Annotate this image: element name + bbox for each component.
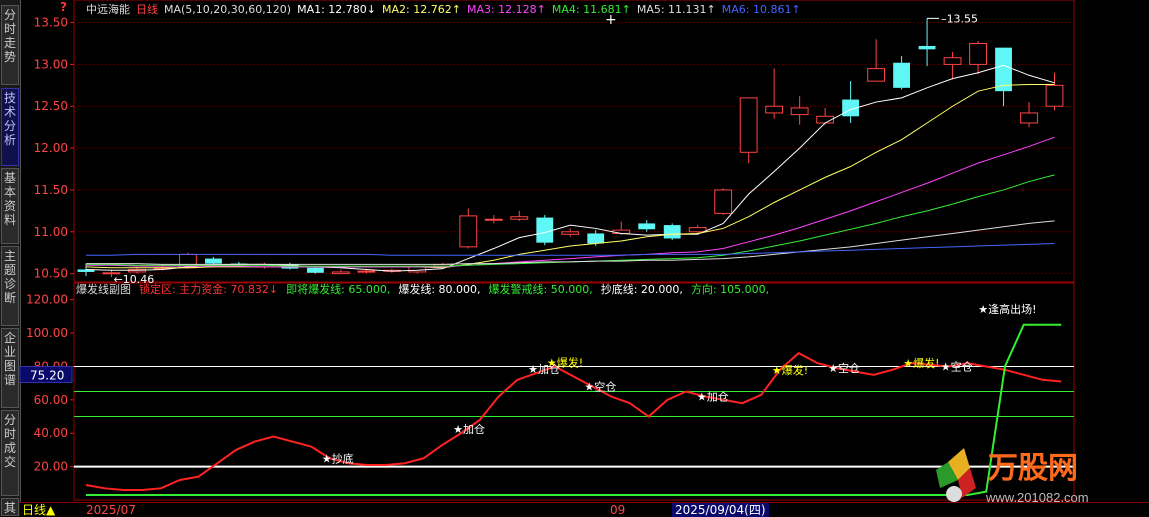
candle-body-up [331,271,350,275]
price-axis-label: 11.00 [34,225,68,239]
candle-body-up [969,42,987,65]
signal-annotation: ★空仓 [828,361,860,375]
main-force-line [85,351,1062,491]
indicator-axis-label: 60.00 [34,393,68,407]
cursor-date-label: 2025/09/04(四) [672,503,769,517]
ma-value-4: MA4: 11.681↑ [552,3,631,16]
watermark-url: www.201082.com [985,490,1089,505]
signal-annotation: ★爆发! [903,356,939,370]
indicator-axis-label: 40.00 [34,426,68,440]
ma-line-ma3 [86,136,1055,268]
candle-body-up [510,216,529,220]
candle-body-up [357,270,376,273]
stock-name: 中远海能 [86,2,130,16]
ma-line-ma4 [86,174,1055,267]
ma-value-2: MA2: 12.762↑ [382,3,461,16]
indicator-value-5: 抄底线: 20.000, [601,282,683,296]
candle-body-up [739,97,758,153]
period-label[interactable]: 日线▲ [22,503,55,517]
signal-annotation: ★爆发! [547,355,583,369]
candle-body-down [536,217,554,243]
candle-body-down [306,267,324,273]
candle-body-up [1020,112,1038,124]
watermark-text: 万股网 [988,452,1078,485]
price-panel-frame [73,0,1075,283]
price-axis-label: 13.00 [34,57,68,71]
candle-body-down [205,258,222,264]
candle-body-up [484,218,503,221]
signal-annotation: ★加仓 [453,422,485,436]
period-title: 日线 [136,2,158,16]
high-price-marker: –13.55 [941,12,978,25]
candle-body-down [893,62,911,88]
ma-line-ma2 [85,83,1055,269]
cursor-value: 75.20 [30,368,64,382]
candle-body-down [638,223,656,230]
ma-line-ma1 [85,64,1055,272]
candle-body-up [459,215,478,248]
price-axis-label: 11.50 [34,183,68,197]
indicator-axis-label: 100.00 [26,326,68,340]
signal-annotation: ★逢高出场! [978,302,1036,316]
indicator-axis-label: 120.00 [26,293,68,307]
candle-body-down [663,225,681,239]
candle-body-up [790,107,809,116]
signal-annotation: ★加仓 [697,390,729,404]
indicator-title: 爆发线副图 [76,282,131,296]
signal-annotation: ★抄底 [322,451,354,465]
watermark-logo: 万股网 www.201082.com [936,448,1089,505]
candle-body-up [688,227,707,233]
price-axis-label: 12.50 [34,99,68,113]
ma-line-ma5 [86,220,1055,265]
indicator-value-6: 方向: 105.000, [691,282,769,296]
ma-value-5: MA5: 11.131↑ [637,3,716,16]
candle-body-up [765,105,784,114]
candle-body-up [561,231,580,235]
ma-value-1: MA1: 12.780↓ [297,3,376,16]
candle-body-down [587,233,605,244]
ma-line-ma6 [86,243,1055,256]
indicator-axis-label: 20.00 [34,460,68,474]
crosshair-icon: + [605,12,617,28]
price-axis-label: 13.50 [34,16,68,30]
signal-annotation: ★爆发! [772,363,808,377]
indicator-value-3: 爆发线: 80.000, [398,282,480,296]
direction-line [86,323,1062,496]
candle-body-up [943,57,962,65]
price-axis-label: 12.00 [34,141,68,155]
indicator-value-4: 爆发警戒线: 50.000, [489,282,593,296]
signal-annotation: ★空仓 [584,379,616,393]
price-axis-label: 10.50 [34,267,68,281]
candle-body-down [918,45,936,50]
month-marker: 09 [610,503,626,517]
candle-body-up [867,68,886,82]
date-start-label: 2025/07 [86,503,136,517]
indicator-value-2: 即将爆发线: 65.000, [286,282,390,296]
kline-chart[interactable]: 13.50 13.00 12.50 12.00 11.50 11.00 10.50 –13.5… [0,0,1149,516]
help-icon: ? [60,0,67,14]
candle-body-up [1045,84,1064,107]
signal-annotation: ★空仓 [941,359,973,373]
candle-body-up [714,189,733,214]
indicator-value-1: 锁定区: 主力资金: 70.832↓ [139,282,278,296]
ma-value-3: MA3: 12.128↑ [467,3,546,16]
ma-value-6: MA6: 10.861↑ [722,3,801,16]
ma-params: MA(5,10,20,30,60,120) [164,3,291,16]
